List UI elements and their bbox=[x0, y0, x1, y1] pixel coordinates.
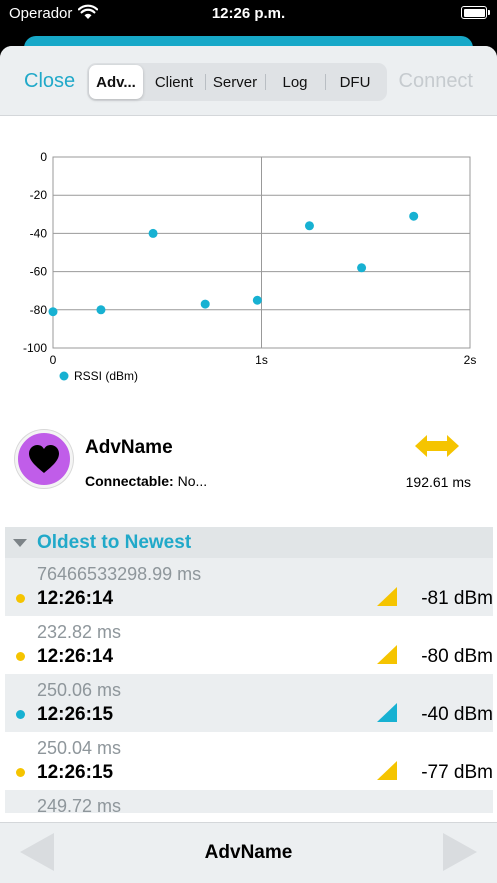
data-point bbox=[409, 211, 419, 221]
timestamp: 12:26:14 bbox=[37, 588, 114, 609]
status-dot bbox=[16, 594, 25, 603]
y-tick-label: -20 bbox=[30, 188, 48, 202]
y-tick-label: -60 bbox=[30, 265, 48, 279]
data-point bbox=[357, 263, 367, 273]
tab-dfu[interactable]: DFU bbox=[325, 65, 385, 99]
timestamp: 12:26:15 bbox=[37, 762, 114, 783]
tab-client[interactable]: Client bbox=[143, 65, 205, 99]
timestamp: 12:26:15 bbox=[37, 704, 114, 725]
list-item[interactable]: 249.72 ms bbox=[5, 790, 493, 813]
rssi-value: -77 dBm bbox=[421, 762, 493, 783]
time-delta: 250.04 ms bbox=[37, 738, 122, 758]
list-sort-header[interactable]: Oldest to Newest bbox=[5, 527, 493, 558]
y-tick-label: -40 bbox=[30, 226, 48, 240]
x-tick-label: 0 bbox=[50, 353, 57, 367]
data-point bbox=[96, 305, 106, 315]
x-tick-label: 1s bbox=[255, 353, 268, 367]
clock: 12:26 p.m. bbox=[211, 5, 286, 22]
advertising-interval: 192.61 ms bbox=[405, 474, 471, 490]
signal-strength-icon bbox=[377, 761, 397, 780]
data-point bbox=[200, 299, 210, 309]
status-dot bbox=[16, 652, 25, 661]
rssi-value: -81 dBm bbox=[421, 588, 493, 609]
signal-strength-icon bbox=[377, 703, 397, 722]
signal-strength-icon bbox=[377, 645, 397, 664]
status-dot bbox=[16, 768, 25, 777]
data-point bbox=[48, 307, 58, 317]
connectable-value: No... bbox=[177, 473, 208, 489]
tab-adv[interactable]: Adv... bbox=[89, 65, 143, 99]
data-point bbox=[252, 295, 262, 305]
tab-log[interactable]: Log bbox=[265, 65, 325, 99]
tab-segmented-control: Adv... Client Server Log DFU bbox=[87, 63, 387, 101]
status-dot bbox=[16, 710, 25, 719]
list-sort-title: Oldest to Newest bbox=[37, 531, 192, 553]
list-item[interactable]: 250.06 ms 12:26:15 -40 dBm bbox=[5, 674, 493, 732]
list-item[interactable]: 250.04 ms 12:26:15 -77 dBm bbox=[5, 732, 493, 790]
device-info: AdvName Connectable: No... 192.61 ms bbox=[0, 426, 497, 506]
close-button[interactable]: Close bbox=[24, 70, 75, 93]
y-tick-label: 0 bbox=[40, 150, 47, 164]
connectable-status: Connectable: No... bbox=[85, 473, 207, 489]
connectable-label: Connectable: bbox=[85, 473, 174, 489]
x-tick-label: 2s bbox=[464, 353, 477, 367]
time-delta: 76466533298.99 ms bbox=[37, 564, 202, 584]
list-item[interactable]: 76466533298.99 ms 12:26:14 -81 dBm bbox=[5, 558, 493, 616]
disclosure-triangle-icon bbox=[13, 538, 27, 547]
connect-button[interactable]: Connect bbox=[399, 70, 474, 93]
y-tick-label: -80 bbox=[30, 303, 48, 317]
bottom-title: AdvName bbox=[204, 842, 293, 863]
next-arrow-icon[interactable] bbox=[443, 833, 477, 871]
interval-arrows-icon bbox=[415, 435, 459, 457]
heart-icon bbox=[29, 445, 59, 473]
list-item[interactable]: 232.82 ms 12:26:14 -80 dBm bbox=[5, 616, 493, 674]
tab-server[interactable]: Server bbox=[205, 65, 265, 99]
device-avatar bbox=[15, 430, 73, 488]
detail-sheet: Close Adv... Client Server Log DFU Conne… bbox=[0, 46, 497, 883]
rssi-value: -80 dBm bbox=[421, 646, 493, 667]
time-delta: 249.72 ms bbox=[37, 796, 122, 813]
device-name: AdvName bbox=[85, 437, 173, 458]
nav-bar: Close Adv... Client Server Log DFU Conne… bbox=[0, 46, 497, 116]
y-tick-label: -100 bbox=[23, 341, 47, 355]
time-delta: 232.82 ms bbox=[37, 622, 122, 642]
status-bar: Operador 12:26 p.m. bbox=[0, 0, 497, 30]
legend-swatch bbox=[59, 371, 69, 381]
data-point bbox=[304, 221, 314, 231]
battery-icon bbox=[461, 6, 490, 19]
signal-strength-icon bbox=[377, 587, 397, 606]
rssi-value: -40 dBm bbox=[421, 704, 493, 725]
time-delta: 250.06 ms bbox=[37, 680, 122, 700]
legend-label: RSSI (dBm) bbox=[74, 369, 138, 383]
bottom-toolbar: AdvName bbox=[0, 822, 497, 883]
data-point bbox=[148, 228, 158, 238]
advertisement-list[interactable]: Oldest to Newest 76466533298.99 ms 12:26… bbox=[5, 527, 493, 813]
rssi-chart: 0 -20 -40 -60 -80 -100 0 1s 2s RSSI (dBm) bbox=[23, 150, 477, 383]
timestamp: 12:26:14 bbox=[37, 646, 114, 667]
